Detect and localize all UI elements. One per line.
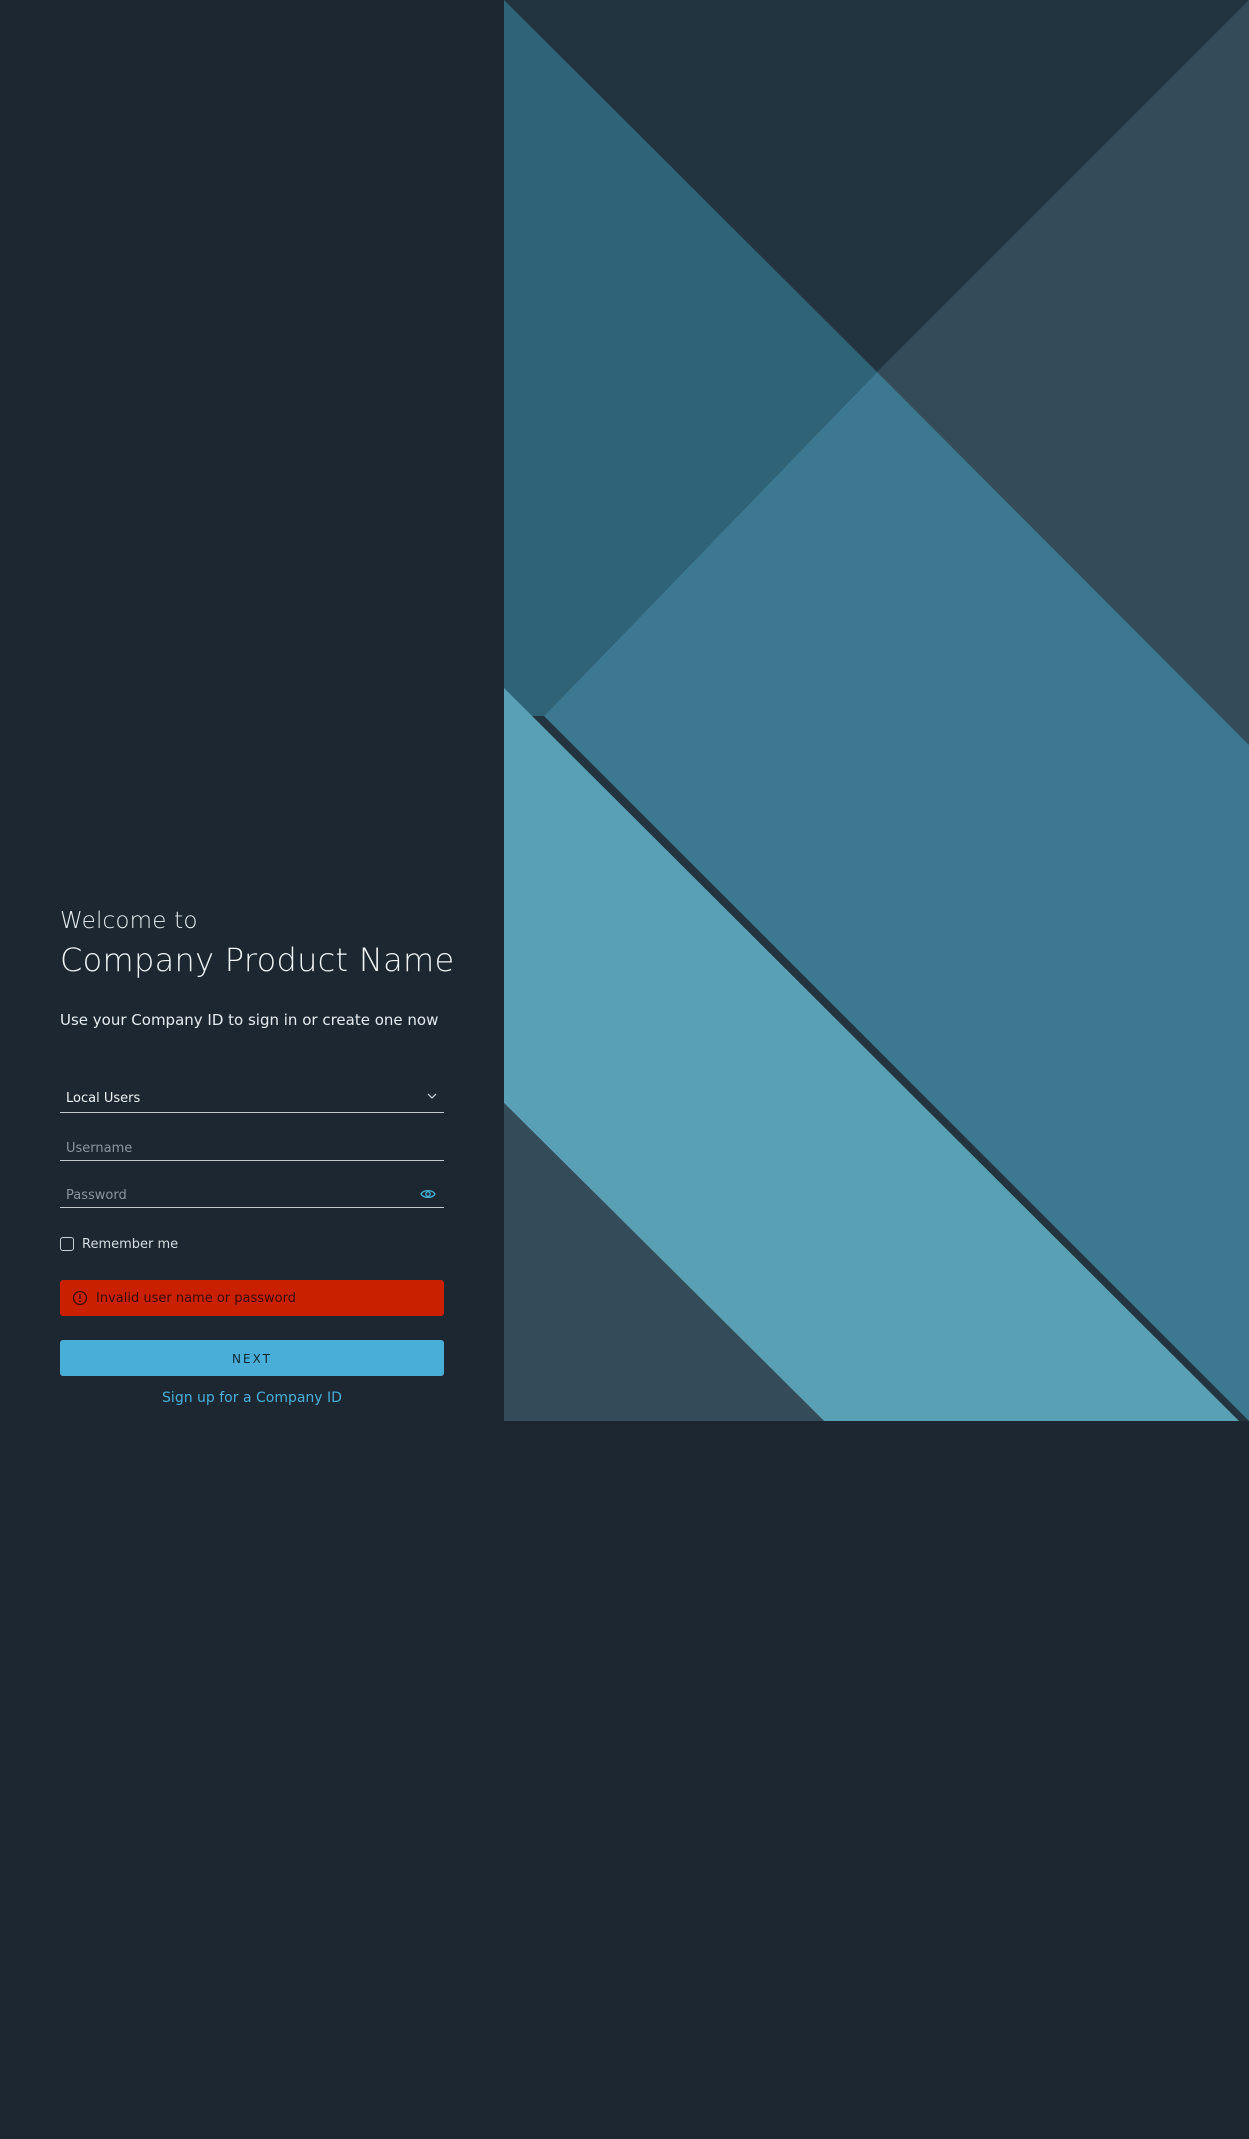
login-panel: Welcome to Company Product Name Use your… (0, 0, 504, 1421)
next-button[interactable]: NEXT (60, 1340, 444, 1376)
eye-icon[interactable] (420, 1188, 436, 1200)
exclamation-circle-icon (72, 1290, 88, 1306)
error-alert: Invalid user name or password (60, 1280, 444, 1316)
remember-me-checkbox[interactable] (60, 1237, 74, 1251)
remember-me-label: Remember me (82, 1236, 179, 1252)
password-field[interactable] (60, 1181, 444, 1208)
login-page: Welcome to Company Product Name Use your… (0, 0, 1249, 2139)
username-input[interactable] (60, 1134, 444, 1160)
auth-source-select[interactable]: Local Users (60, 1086, 444, 1113)
hero-graphic (504, 0, 1249, 1421)
chevron-down-icon (427, 1093, 437, 1099)
signup-link[interactable]: Sign up for a Company ID (60, 1390, 444, 1406)
welcome-heading: Welcome to (60, 908, 198, 934)
product-title: Company Product Name (60, 941, 455, 979)
remember-me-option[interactable]: Remember me (60, 1235, 178, 1253)
password-input[interactable] (60, 1181, 444, 1207)
hero-background-shapes (504, 0, 1249, 1421)
auth-source-value: Local Users (66, 1091, 141, 1106)
sign-in-tagline: Use your Company ID to sign in or create… (60, 1011, 439, 1029)
error-message: Invalid user name or password (96, 1290, 296, 1306)
username-field[interactable] (60, 1134, 444, 1161)
